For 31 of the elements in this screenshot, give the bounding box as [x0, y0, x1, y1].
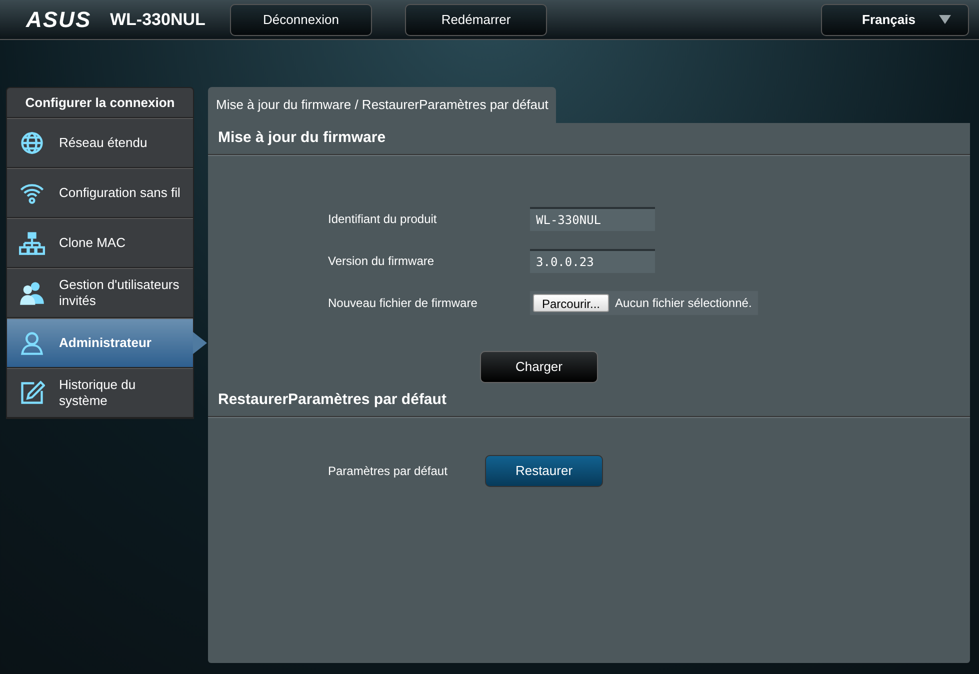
section-title: Mise à jour du firmware [208, 123, 970, 155]
network-icon [19, 230, 45, 256]
field-label: Version du firmware [328, 253, 436, 270]
header-button[interactable]: Redémarrer [405, 4, 547, 36]
header-button[interactable]: Déconnexion [230, 4, 372, 36]
edit-icon [19, 380, 45, 406]
globe-icon [19, 130, 45, 156]
users-icon [19, 280, 45, 306]
model-name: WL-330NUL [110, 8, 206, 31]
sidebar-item[interactable]: Administrateur [7, 318, 193, 368]
upload-button[interactable]: Charger [480, 351, 598, 383]
field-label: Identifiant du produit [328, 211, 438, 228]
language-select[interactable]: Français [821, 4, 969, 36]
caret-icon [939, 15, 952, 24]
user-icon [19, 330, 45, 356]
logo: ASUS [26, 6, 92, 34]
sidebar-item[interactable]: Gestion d'utilisateurs invités [7, 268, 193, 318]
sidebar-item[interactable]: Historique du système [7, 368, 193, 418]
section-title: RestaurerParamètres par défaut [208, 385, 970, 417]
text-field[interactable]: WL-330NUL [530, 207, 655, 231]
field-label: Nouveau fichier de firmware [328, 295, 478, 312]
browse-button[interactable]: Parcourir... [533, 294, 610, 312]
tab[interactable]: Mise à jour du firmware / RestaurerParamètres par défaut [208, 87, 556, 123]
sidebar-item[interactable]: Configuration sans fil [7, 168, 193, 218]
restore-button[interactable]: Restaurer [485, 455, 603, 487]
file-status: Aucun fichier sélectionné. [615, 295, 752, 312]
sidebar-item[interactable]: Réseau étendu [7, 118, 193, 168]
sidebar-item[interactable]: Clone MAC [7, 218, 193, 268]
text-field[interactable]: 3.0.0.23 [530, 249, 655, 273]
field-label: Paramètres par défaut [328, 463, 448, 480]
file-picker[interactable]: Parcourir... Aucun fichier sélectionné. [530, 291, 758, 315]
